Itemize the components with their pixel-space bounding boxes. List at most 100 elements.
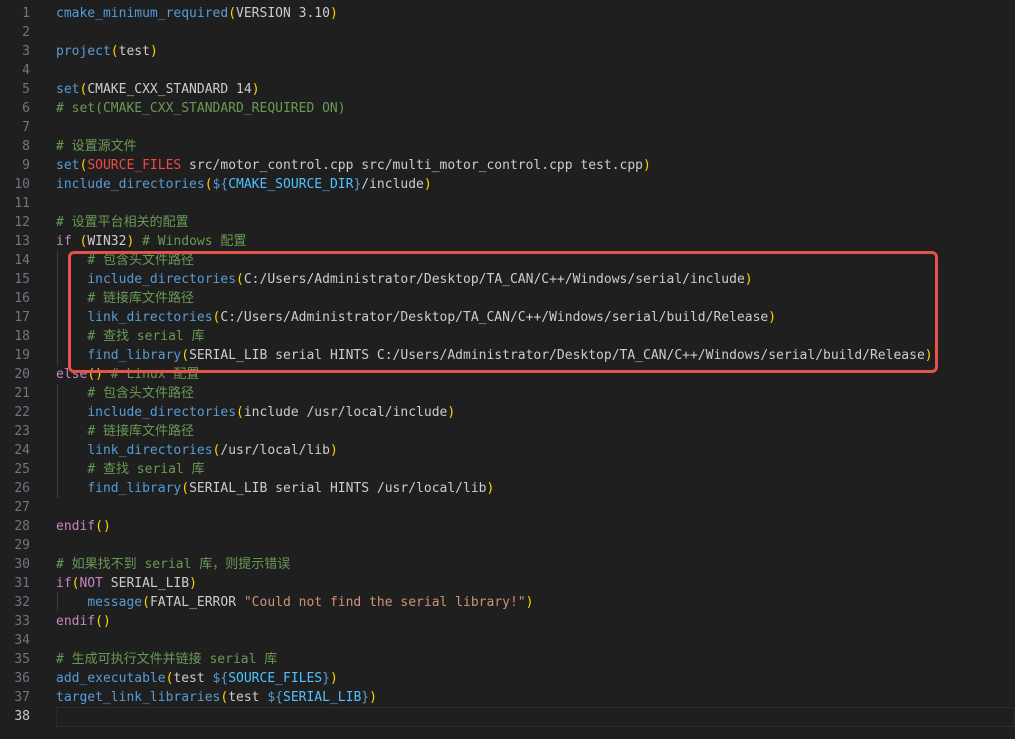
code-line[interactable]: 28 endif() [0,517,1015,536]
code-line[interactable]: 22 include_directories(include /usr/loca… [0,403,1015,422]
code-punctuation: () [95,519,111,534]
code-function: message [87,595,143,610]
line-content: # set(CMAKE_CXX_STANDARD_REQUIRED ON) [56,99,346,118]
code-line[interactable]: 24 link_directories(/usr/local/lib) [0,441,1015,460]
current-line-highlight [56,707,1015,727]
line-number: 16 [14,291,30,306]
code-punctuation: ) [329,671,338,686]
line-content: add_executable(test ${SOURCE_FILES}) [56,669,338,688]
line-content: set(SOURCE_FILES src/motor_control.cpp s… [56,156,651,175]
line-number: 4 [22,63,30,78]
code-line[interactable]: 34 [0,631,1015,650]
code-line[interactable]: 12 # 设置平台相关的配置 [0,213,1015,232]
line-number: 35 [14,652,30,667]
code-punctuation: ( [142,595,150,610]
line-content: include_directories(${CMAKE_SOURCE_DIR}/… [56,175,432,194]
code-function: cmake_minimum_required [56,6,229,21]
code-function: project [56,44,111,59]
code-text: SERIAL_LIB serial HINTS /usr/local/lib [189,481,487,496]
code-line[interactable]: 21 # 包含头文件路径 [0,384,1015,403]
code-line[interactable]: 38 [0,707,1015,727]
code-line[interactable]: 27 [0,498,1015,517]
line-number: 24 [14,443,30,458]
code-comment: # 设置源文件 [56,139,137,154]
code-punctuation: ( [110,44,119,59]
line-number: 33 [14,614,30,629]
line-number: 32 [14,595,30,610]
code-text: include /usr/local/include [243,405,448,420]
code-punctuation: ) [447,405,456,420]
code-line[interactable]: 29 [0,536,1015,555]
code-line[interactable]: 33 endif() [0,612,1015,631]
code-line[interactable]: 31 if(NOT SERIAL_LIB) [0,574,1015,593]
code-line[interactable]: 23 # 链接库文件路径 [0,422,1015,441]
code-line[interactable]: 1 cmake_minimum_required(VERSION 3.10) [0,4,1015,23]
code-line[interactable]: 2 [0,23,1015,42]
code-punctuation: ) [369,690,377,705]
code-keyword: NOT [79,576,103,591]
code-line[interactable]: 5 set(CMAKE_CXX_STANDARD 14) [0,80,1015,99]
line-number: 11 [14,196,30,211]
line-number: 23 [14,424,30,439]
code-line[interactable]: 37 target_link_libraries(test ${SERIAL_LI… [0,688,1015,707]
line-content: endif() [56,517,111,536]
line-number: 10 [14,177,30,192]
code-line[interactable]: 6 # set(CMAKE_CXX_STANDARD_REQUIRED ON) [0,99,1015,118]
code-line[interactable]: 25 # 查找 serial 库 [0,460,1015,479]
code-punctuation: () [95,614,111,629]
code-line[interactable]: 4 [0,61,1015,80]
code-line[interactable]: 7 [0,118,1015,137]
code-punctuation: ( [228,6,237,21]
line-content: target_link_libraries(test ${SERIAL_LIB}… [56,688,377,707]
indent-guide [57,592,58,611]
line-content: if(NOT SERIAL_LIB) [56,574,197,593]
code-line[interactable]: 8 # 设置源文件 [0,137,1015,156]
code-punctuation: ) [251,82,260,97]
code-punctuation: ) [329,443,338,458]
line-number: 6 [22,101,30,116]
code-line[interactable]: 36 add_executable(test ${SOURCE_FILES}) [0,669,1015,688]
indent-guide [57,384,58,498]
code-editor[interactable]: 38 37 target_link_libraries(test ${SERIAL_… [0,0,1015,739]
line-number: 9 [22,158,30,173]
line-number: 5 [22,82,30,97]
line-number: 12 [14,215,30,230]
code-punctuation: ) [525,595,534,610]
code-function: include_directories [56,177,205,192]
code-line[interactable]: 26 find_library(SERIAL_LIB serial HINTS … [0,479,1015,498]
code-text: test [228,690,268,705]
code-comment: # 生成可执行文件并链接 serial 库 [56,652,278,667]
code-text: VERSION 3.10 [236,6,330,21]
code-text: src/motor_control.cpp src/multi_motor_co… [181,158,644,173]
code-dollar-brace: ${ [267,690,283,705]
line-number: 7 [22,120,30,135]
code-line[interactable]: 35 # 生成可执行文件并链接 serial 库 [0,650,1015,669]
line-content: set(CMAKE_CXX_STANDARD 14) [56,80,260,99]
line-content: find_library(SERIAL_LIB serial HINTS /us… [56,479,494,498]
line-number: 15 [14,272,30,287]
line-number: 17 [14,310,30,325]
line-content: # 查找 serial 库 [56,460,205,479]
code-line[interactable]: 30 # 如果找不到 serial 库，则提示错误 [0,555,1015,574]
code-line[interactable]: 10 include_directories(${CMAKE_SOURCE_DIR… [0,175,1015,194]
code-comment: # 链接库文件路径 [87,424,194,439]
code-line[interactable]: 11 [0,194,1015,213]
line-number: 34 [14,633,30,648]
code-line[interactable]: 32 message(FATAL_ERROR "Could not find t… [0,593,1015,612]
line-number: 1 [22,6,30,21]
code-punctuation: ) [329,6,338,21]
code-text: test [173,671,213,686]
code-comment: # 查找 serial 库 [87,462,205,477]
code-line[interactable]: 9 set(SOURCE_FILES src/motor_control.cpp … [0,156,1015,175]
code-punctuation: ( [204,177,213,192]
code-function: set [56,158,80,173]
code-text: CMAKE_CXX_STANDARD 14 [87,82,252,97]
code-line[interactable]: 3 project(test) [0,42,1015,61]
code-function: include_directories [87,405,237,420]
code-line[interactable]: 13 if (WIN32) # Windows 配置 [0,232,1015,251]
code-punctuation: ) [643,158,651,173]
